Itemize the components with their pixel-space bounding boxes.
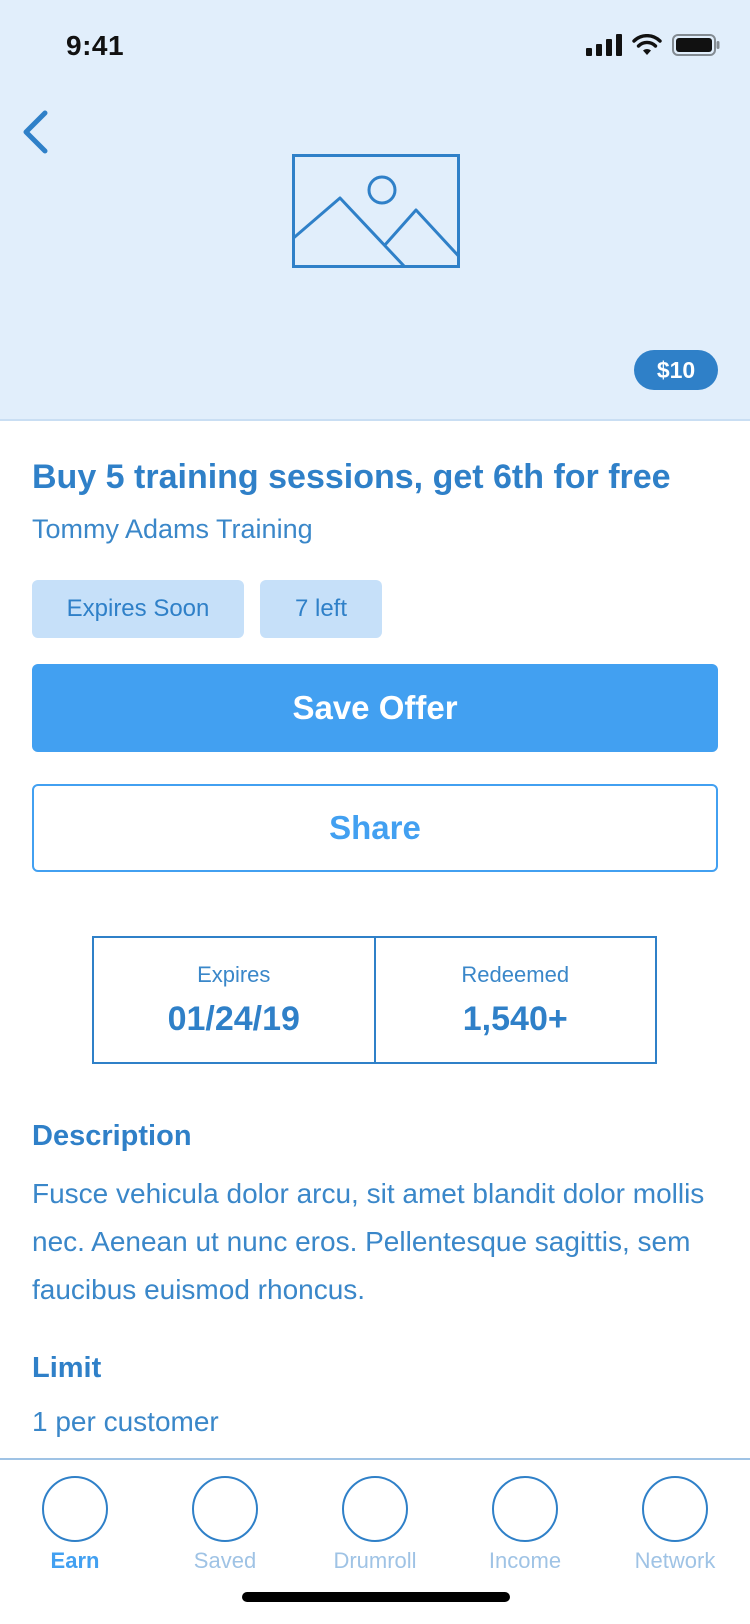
back-chevron-icon [23,110,48,154]
tab-drumroll-label: Drumroll [333,1548,417,1573]
stat-redeemed: Redeemed 1,540+ [373,938,656,1062]
tab-saved-label: Saved [193,1548,257,1573]
image-placeholder-icon [292,154,460,268]
earn-tab-icon [42,1476,108,1542]
tab-income-label: Income [488,1548,562,1573]
tab-network[interactable]: Network [615,1476,735,1574]
tab-income[interactable]: Income [465,1476,585,1574]
tag-remaining-count: 7 left [260,580,382,638]
tag-expires-soon: Expires Soon [32,580,244,638]
income-tab-icon [492,1476,558,1542]
stat-expires: Expires 01/24/19 [94,938,374,1062]
description-heading: Description [32,1120,192,1152]
offer-stats-box: Expires 01/24/19 Redeemed 1,540+ [92,936,657,1064]
stat-expires-value: 01/24/19 [167,999,300,1038]
tab-drumroll[interactable]: Drumroll [315,1476,435,1574]
cellular-signal-icon [586,34,622,56]
stat-expires-label: Expires [197,961,271,987]
price-badge: $10 [634,350,718,390]
battery-icon [672,34,720,56]
tab-earn-label: Earn [50,1548,100,1573]
status-time: 9:41 [66,30,125,61]
saved-tab-icon [192,1476,258,1542]
limit-heading: Limit [32,1352,102,1384]
stat-redeemed-label: Redeemed [461,961,570,987]
status-icons [586,30,720,60]
offer-title: Buy 5 training sessions, get 6th for fre… [32,458,671,496]
tab-saved[interactable]: Saved [165,1476,285,1574]
wifi-icon [632,34,662,55]
network-tab-icon [642,1476,708,1542]
share-button[interactable]: Share [32,784,718,872]
limit-text: 1 per customer [32,1406,219,1437]
tab-earn[interactable]: Earn [15,1476,135,1574]
merchant-name: Tommy Adams Training [32,514,313,544]
stat-redeemed-value: 1,540+ [462,999,568,1038]
drumroll-tab-icon [342,1476,408,1542]
tab-network-label: Network [634,1548,716,1573]
save-offer-button[interactable]: Save Offer [32,664,718,752]
hero-banner: 9:41 $10 [0,0,750,421]
description-text: Fusce vehicula dolor arcu, sit amet blan… [32,1178,705,1305]
home-indicator [242,1592,510,1602]
back-button[interactable] [12,104,60,160]
